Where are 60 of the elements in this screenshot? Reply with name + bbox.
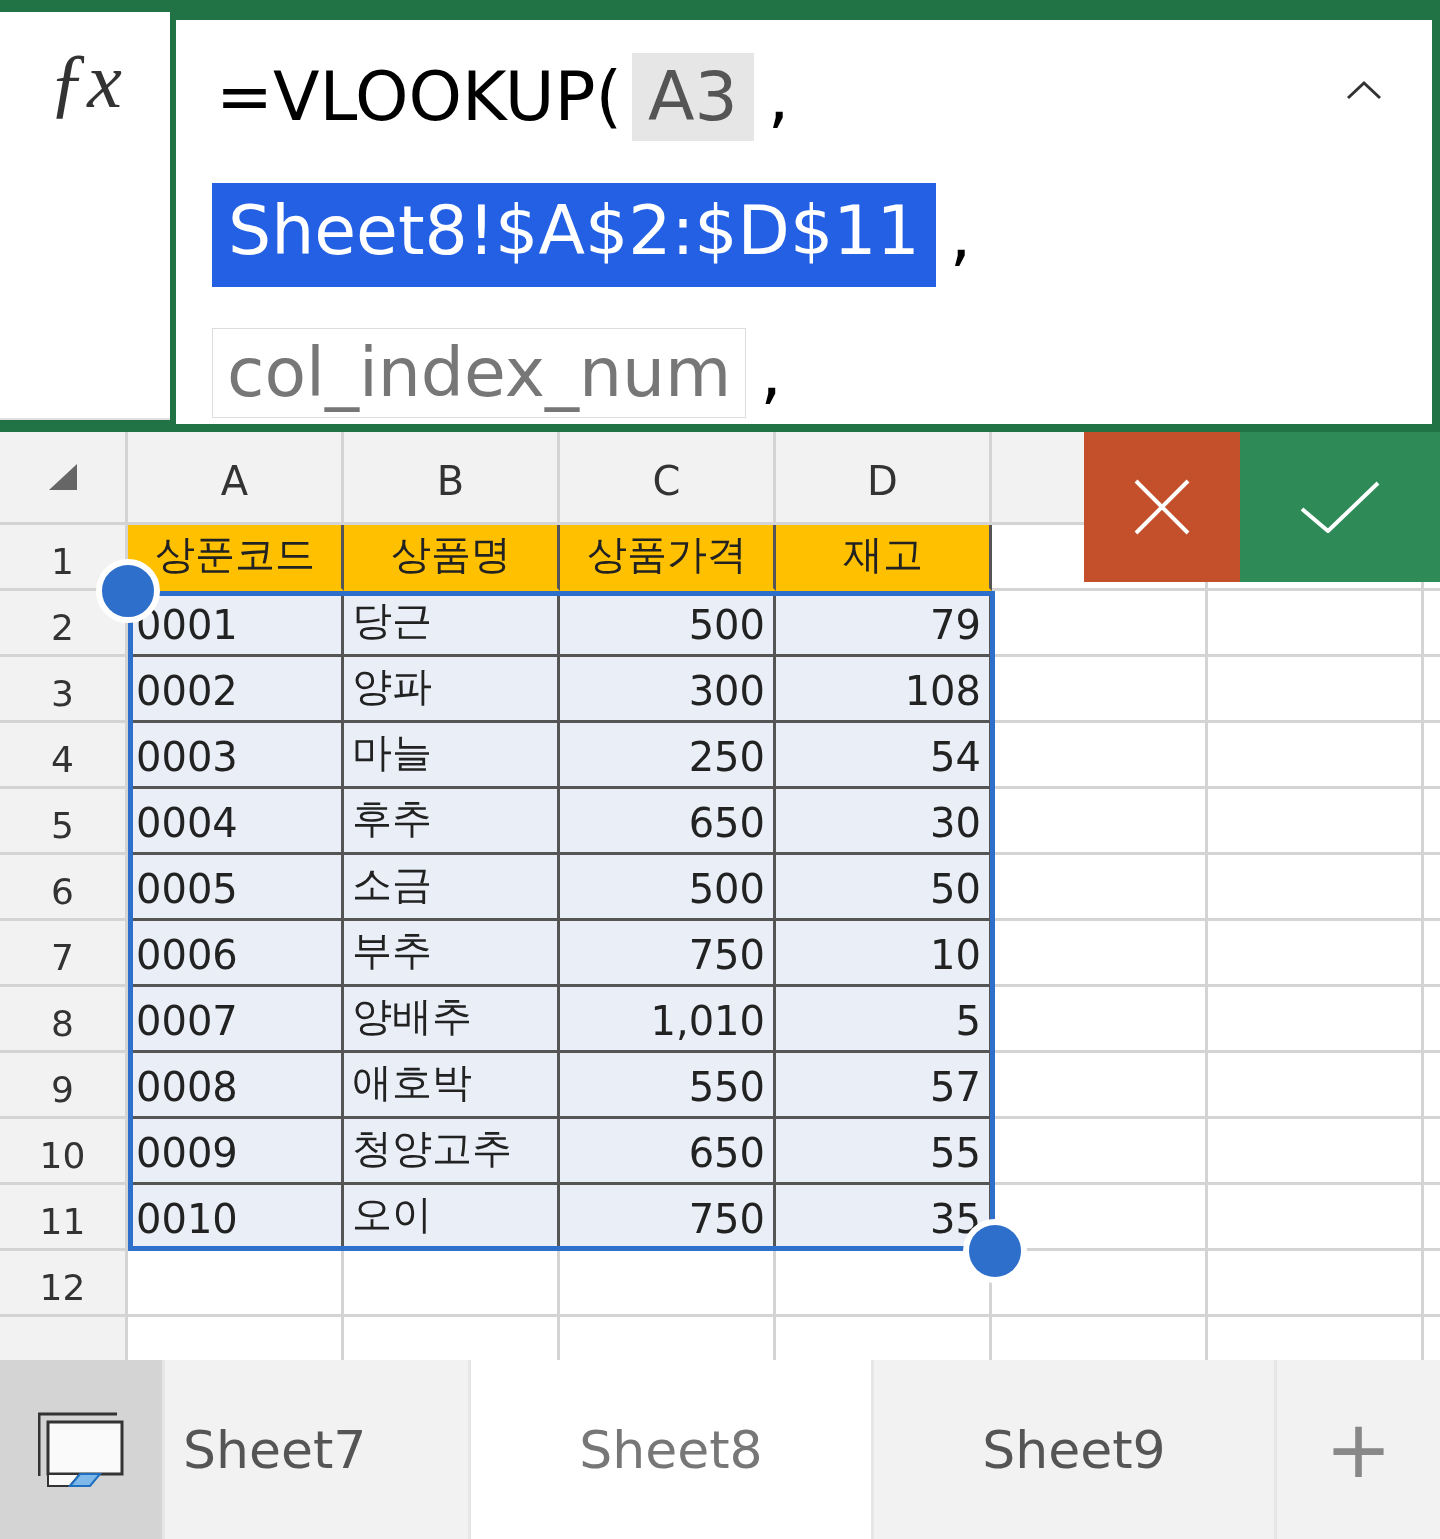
row-header[interactable]: 2 bbox=[51, 607, 74, 648]
table-cell: 청양고추 bbox=[344, 1119, 560, 1185]
row-header[interactable]: 6 bbox=[51, 871, 74, 912]
sheet-tab[interactable]: Sheet7 bbox=[165, 1360, 468, 1539]
table-cell: 소금 bbox=[344, 855, 560, 921]
table-cell: 상품가격 bbox=[560, 525, 776, 591]
table-cell: 후추 bbox=[344, 789, 560, 855]
table-cell: 양배추 bbox=[344, 987, 560, 1053]
row-header[interactable]: 1 bbox=[51, 541, 74, 582]
function-icon[interactable]: ƒx bbox=[48, 42, 122, 120]
row-header[interactable]: 8 bbox=[51, 1003, 74, 1044]
table-cell: 애호박 bbox=[344, 1053, 560, 1119]
collapse-icon[interactable] bbox=[1346, 80, 1382, 100]
column-header[interactable]: A bbox=[220, 458, 249, 504]
table-cell: 상품명 bbox=[344, 525, 560, 591]
table-cell: 57 bbox=[776, 1053, 992, 1119]
row-header[interactable]: 3 bbox=[51, 673, 74, 714]
sheet-tab[interactable]: Sheet9 bbox=[874, 1360, 1274, 1539]
table-cell: 양파 bbox=[344, 657, 560, 723]
table-cell: 마늘 bbox=[344, 723, 560, 789]
table-cell: 상푼코드 bbox=[128, 525, 344, 591]
selected-argument: Sheet8!$A$2:$D$11 bbox=[212, 182, 936, 288]
table-cell: 부추 bbox=[344, 921, 560, 987]
cancel-button[interactable] bbox=[1084, 432, 1240, 582]
table-cell: 54 bbox=[776, 723, 992, 789]
table-cell: 108 bbox=[776, 657, 992, 723]
table-cell: 500 bbox=[560, 855, 776, 921]
table-cell: 250 bbox=[560, 723, 776, 789]
row-header[interactable]: 9 bbox=[51, 1069, 74, 1110]
function-name: =VLOOKUP( bbox=[216, 55, 623, 138]
argument-reference: A3 bbox=[632, 52, 754, 142]
table-cell: 650 bbox=[560, 789, 776, 855]
table-cell: 650 bbox=[560, 1119, 776, 1185]
sheet-list-button[interactable] bbox=[0, 1360, 162, 1539]
comma: , bbox=[760, 331, 782, 414]
table-cell: 50 bbox=[776, 855, 992, 921]
table-cell: 1,010 bbox=[560, 987, 776, 1053]
windows-icon bbox=[38, 1411, 124, 1488]
formula-field[interactable]: =VLOOKUP( A3 , Sheet8!$A$2:$D$11 , col_index_num , bbox=[176, 20, 1432, 424]
table-cell: 30 bbox=[776, 789, 992, 855]
table-cell: 750 bbox=[560, 921, 776, 987]
row-header[interactable]: 4 bbox=[51, 739, 74, 780]
close-icon bbox=[1134, 479, 1190, 535]
comma: , bbox=[949, 193, 972, 276]
row-header[interactable]: 7 bbox=[51, 937, 74, 978]
select-all-icon[interactable] bbox=[48, 464, 77, 490]
column-header[interactable]: D bbox=[867, 458, 898, 504]
table-cell: 5 bbox=[776, 987, 992, 1053]
column-header[interactable]: B bbox=[436, 458, 465, 504]
column-header[interactable]: C bbox=[652, 458, 681, 504]
comma: , bbox=[767, 55, 790, 138]
row-header[interactable]: 5 bbox=[51, 805, 74, 846]
checkmark-icon bbox=[1300, 481, 1380, 533]
table-cell: 550 bbox=[560, 1053, 776, 1119]
sheet-tab[interactable]: Sheet8 bbox=[471, 1360, 871, 1539]
argument-hint: col_index_num bbox=[212, 327, 747, 419]
table-cell: 300 bbox=[560, 657, 776, 723]
table-cell: 10 bbox=[776, 921, 992, 987]
table-cell: 55 bbox=[776, 1119, 992, 1185]
table-cell: 재고 bbox=[776, 525, 992, 591]
